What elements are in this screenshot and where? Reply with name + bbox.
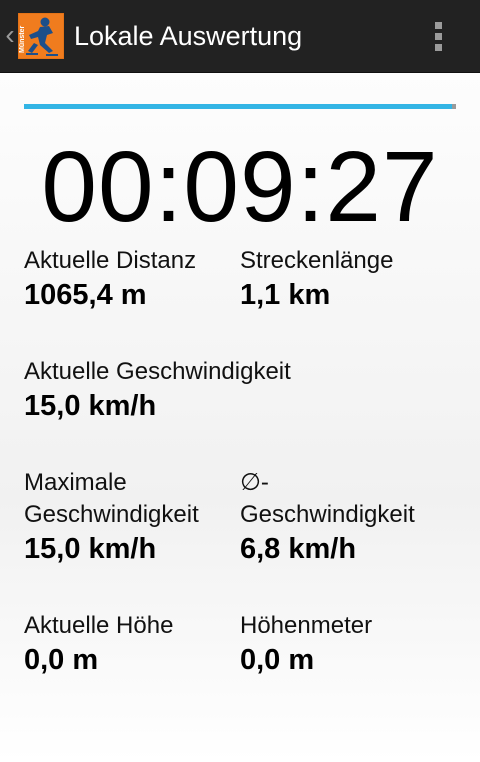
logo-text: Münster (19, 26, 26, 54)
stat-label: Aktuelle Höhe (24, 612, 174, 639)
action-bar: ‹ Münster Lokale Auswertung (0, 0, 480, 73)
progress-bar (24, 104, 456, 109)
page-title: Lokale Auswertung (74, 21, 303, 51)
stat-value: 0,0 m (240, 644, 315, 676)
stat-value: 0,0 m (24, 644, 99, 676)
stat-label: Streckenlänge (240, 247, 394, 274)
stat-value: 15,0 km/h (24, 390, 157, 422)
stat-current-speed: Aktuelle Geschwindigkeit 15,0 km/h (24, 356, 291, 424)
stat-label: Höhenmeter (240, 612, 373, 639)
stat-current-altitude: Aktuelle Höhe 0,0 m (24, 610, 173, 678)
stat-label: Aktuelle Distanz (24, 247, 197, 274)
stat-elevation-gain: Höhenmeter 0,0 m (240, 610, 372, 678)
stat-label-line2: Geschwindigkeit (24, 501, 199, 528)
stat-value: 15,0 km/h (24, 533, 157, 565)
stat-label-line1: Maximale (24, 469, 127, 496)
stat-avg-speed: ∅- Geschwindigkeit 6,8 km/h (240, 467, 415, 567)
stat-current-distance: Aktuelle Distanz 1065,4 m (24, 245, 196, 313)
stat-track-length: Streckenlänge 1,1 km (240, 245, 393, 313)
stat-value: 6,8 km/h (240, 533, 357, 565)
overflow-menu-icon[interactable] (424, 14, 452, 58)
progress-bar-fill (24, 104, 452, 109)
stat-label-line2: Geschwindigkeit (240, 501, 415, 528)
stat-max-speed: Maximale Geschwindigkeit 15,0 km/h (24, 467, 199, 567)
stat-value: 1065,4 m (24, 279, 147, 311)
elapsed-time: 00:09:27 (41, 131, 439, 243)
chevron-left-icon[interactable]: ‹ (3, 20, 17, 50)
stat-value: 1,1 km (240, 279, 331, 311)
stat-label: Aktuelle Geschwindigkeit (24, 358, 291, 385)
app-logo[interactable]: Münster (18, 13, 64, 59)
stat-label-line1: ∅- (240, 469, 269, 496)
